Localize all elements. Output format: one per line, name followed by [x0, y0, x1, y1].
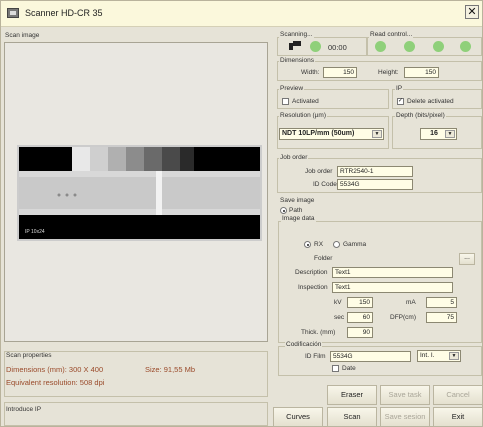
read-control-led-1 [375, 41, 386, 52]
depth-select[interactable]: 16 ▼ [420, 128, 457, 140]
curves-button[interactable]: Curves [273, 407, 323, 427]
chevron-down-icon[interactable]: ▼ [372, 130, 382, 138]
job-order-label: Job order [305, 168, 333, 175]
sec-field[interactable]: 60 [347, 312, 373, 323]
description-field[interactable]: Text1 [332, 267, 453, 278]
id-film-type-value: Int. I. [420, 352, 435, 359]
height-field[interactable]: 150 [404, 67, 439, 78]
delete-activated-label: Delete activated [407, 98, 454, 105]
scan-image-title: Scan image [5, 32, 40, 39]
scan-image-preview: IP 10x24 [4, 42, 268, 342]
sec-label: sec [334, 314, 345, 321]
ma-field[interactable]: 5 [426, 297, 457, 308]
date-label: Date [342, 365, 356, 372]
scanning-time: 00:00 [328, 43, 347, 52]
codificacion-title: Codificación [285, 341, 323, 348]
cancel-button[interactable]: Cancel [433, 385, 483, 405]
close-button[interactable]: ✕ [465, 5, 479, 19]
scan-button[interactable]: Scan [327, 407, 377, 427]
introduce-ip-panel [4, 402, 268, 426]
scanner-icon [289, 41, 301, 50]
scan-image-strip: IP 10x24 [17, 145, 262, 241]
id-code-label: ID Code [313, 181, 337, 188]
eraser-button[interactable]: Eraser [327, 385, 377, 405]
job-order-field[interactable]: RTR2540-1 [337, 166, 413, 177]
xray-scan-graphic [19, 147, 260, 239]
save-session-button[interactable]: Save sesion [380, 407, 430, 427]
read-control-led-3 [433, 41, 444, 52]
folder-browse-button[interactable]: ... [459, 253, 475, 265]
id-film-field[interactable]: 5534G [330, 351, 411, 362]
scan-size-info: Size: 91,55 Mb [145, 365, 196, 374]
depth-title: Depth (bits/pixel) [395, 112, 446, 119]
save-task-button[interactable]: Save task [380, 385, 430, 405]
inspection-field[interactable]: Text1 [332, 282, 453, 293]
chevron-down-icon[interactable]: ▼ [445, 130, 455, 138]
scan-dimensions-info: Dimensions (mm): 300 X 400 [6, 365, 104, 374]
date-checkbox[interactable] [332, 365, 339, 372]
save-image-title: Save image [279, 197, 316, 204]
preview-activated-checkbox[interactable] [282, 98, 289, 105]
preview-title: Preview [279, 85, 305, 92]
window-title: Scanner HD-CR 35 [25, 8, 103, 18]
scanner-window: Scanner HD-CR 35 ✕ Scan image IP 10x24 S… [0, 0, 483, 427]
path-label: Path [289, 207, 303, 214]
scanning-led [310, 41, 321, 52]
id-film-type-select[interactable]: Int. I. ▼ [417, 350, 461, 362]
introduce-ip-title: Introduce IP [6, 406, 42, 413]
path-radio[interactable] [280, 207, 287, 214]
resolution-select-value: NDT 10LP/mm (50um) [282, 130, 355, 137]
read-control-title: Read control... [369, 31, 414, 38]
width-field[interactable]: 150 [323, 67, 357, 78]
height-label: Height: [378, 69, 399, 76]
read-control-led-4 [460, 41, 471, 52]
dfp-label: DFP(cm) [390, 314, 416, 321]
app-icon [7, 8, 19, 18]
equivalent-resolution-info: Equivalent resolution: 508 dpi [6, 378, 105, 387]
image-data-title: Image data [281, 215, 316, 222]
job-order-title: Job order [279, 154, 309, 161]
depth-select-value: 16 [430, 130, 438, 137]
scanning-title: Scanning... [279, 31, 314, 38]
scan-properties-title: Scan properties [6, 352, 52, 359]
plate-label: IP 10x24 [25, 229, 45, 235]
thick-field[interactable]: 90 [347, 327, 373, 338]
resolution-title: Resolution (µm) [279, 112, 328, 119]
kv-label: kV [334, 299, 342, 306]
thick-label: Thick. (mm) [301, 329, 336, 336]
folder-label: Folder [314, 255, 333, 262]
preview-activated-label: Activated [292, 98, 319, 105]
inspection-label: Inspection [298, 284, 328, 291]
description-label: Description [295, 269, 328, 276]
title-bar: Scanner HD-CR 35 ✕ [1, 1, 482, 27]
kv-field[interactable]: 150 [347, 297, 373, 308]
rx-radio[interactable] [304, 241, 311, 248]
dimensions-title: Dimensions [279, 57, 315, 64]
ma-label: mA [406, 299, 416, 306]
exit-button[interactable]: Exit [433, 407, 483, 427]
width-label: Width: [301, 69, 320, 76]
gamma-radio[interactable] [333, 241, 340, 248]
dfp-field[interactable]: 75 [426, 312, 457, 323]
id-film-label: ID Film [305, 353, 326, 360]
gamma-label: Gamma [343, 241, 367, 248]
read-control-led-2 [404, 41, 415, 52]
ip-title: IP [395, 85, 404, 92]
id-code-field[interactable]: 5534G [337, 179, 413, 190]
rx-label: RX [314, 241, 324, 248]
chevron-down-icon[interactable]: ▼ [449, 352, 459, 360]
delete-activated-checkbox[interactable]: ✓ [397, 98, 404, 105]
resolution-select[interactable]: NDT 10LP/mm (50um) ▼ [279, 128, 384, 140]
